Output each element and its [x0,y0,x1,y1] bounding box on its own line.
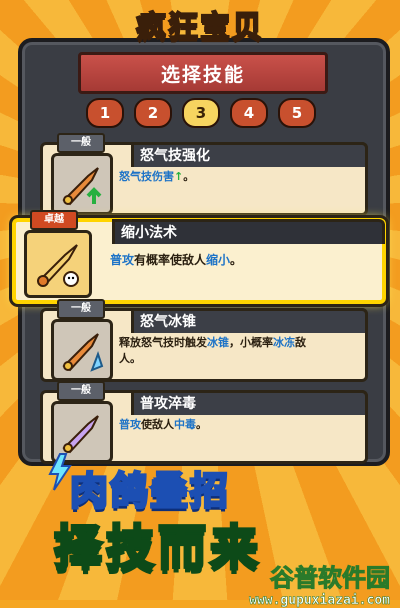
step-1: 1 [86,98,124,128]
rarity-tag: 卓越 [30,210,78,230]
skill-card-rage-ice[interactable]: 一般 怒气冰锥 释放怒气技时触发冰锥，小概率冰冻敌 人。 [40,299,368,382]
desc-text: 使敌人 [141,418,174,431]
ice-shard-icon [51,319,113,381]
desc-text: 有概率使敌人 [134,253,207,267]
rarity-tag: 一般 [57,299,105,319]
step-4: 4 [230,98,268,128]
skill-card-shrink-spell[interactable]: 卓越 缩小法术 普攻有概率使敌人缩小。 [12,210,386,304]
step-3-current: 3 [182,98,220,128]
skill-description: 普攻使敌人中毒。 [119,417,357,433]
dialog-title-ribbon: 选择技能 [59,52,347,94]
skill-name: 普攻淬毒 [131,390,368,415]
desc-keyword: 冰冻 [273,336,295,349]
promo-subheadline: 择技而来 [52,519,263,578]
sword-shrink-icon [24,230,92,298]
promo-banner: 肉鸽叠招 择技而来 谷普软件园 www.gupuxiazai.com [0,452,400,608]
skill-name: 怒气冰锥 [131,308,368,333]
game-title-logo: 疯狂宝贝 [135,9,264,46]
desc-keyword: 缩小 [206,253,231,267]
watermark-url: www.gupuxiazai.com [249,593,390,608]
skill-card-rage-boost[interactable]: 一般 怒气技强化 怒气技伤害↑。 [40,133,368,216]
site-watermark: 谷普软件园 www.gupuxiazai.com [249,558,391,608]
rarity-tag: 一般 [57,133,105,153]
desc-text: ，小概率 [229,336,273,349]
desc-text: 释放怒气技时触发 [119,336,207,349]
watermark-name: 谷普软件园 [270,564,391,593]
desc-text: 。 [196,418,207,431]
desc-text: 。 [230,253,243,267]
desc-keyword: 冰锥 [207,336,229,349]
desc-keyword: 普攻 [110,253,135,267]
desc-keyword: 怒气技伤害 [119,170,174,183]
skill-description: 怒气技伤害↑。 [119,169,357,185]
rarity-tag: 一般 [57,381,105,401]
up-arrow-icon: ↑ [174,170,184,183]
skill-description: 释放怒气技时触发冰锥，小概率冰冻敌 人。 [119,335,357,367]
step-2: 2 [134,98,172,128]
skill-name: 怒气技强化 [131,142,368,167]
skill-name: 缩小法术 [112,219,385,244]
promo-headline: 肉鸽叠招 [68,468,231,515]
desc-keyword: 普攻 [119,418,141,431]
skill-description: 普攻有概率使敌人缩小。 [110,252,374,268]
desc-text: 。 [183,170,195,183]
desc-text: 敌 [295,336,306,349]
step-indicator: 1 2 3 4 5 [86,98,316,128]
step-5: 5 [278,98,316,128]
desc-keyword: 中毒 [174,418,196,431]
desc-text: 人。 [119,352,141,365]
sword-up-icon [51,153,113,215]
